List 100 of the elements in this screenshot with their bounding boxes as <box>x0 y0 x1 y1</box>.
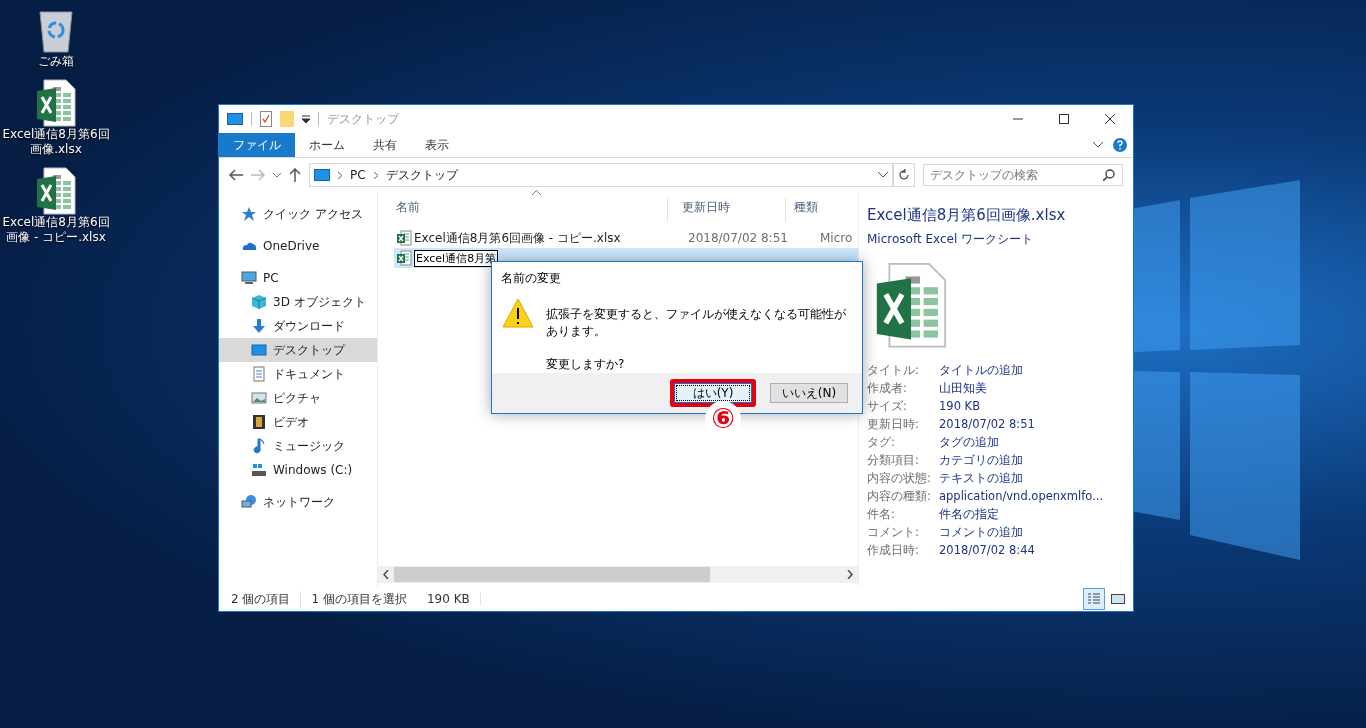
dropdown-icon[interactable] <box>878 172 888 178</box>
nav-item[interactable]: OneDrive <box>219 234 377 258</box>
window-title: デスクトップ <box>327 110 399 128</box>
nav-item[interactable]: ミュージック <box>219 434 377 458</box>
chevron-icon <box>373 171 378 179</box>
file-type: Micro <box>820 231 853 245</box>
nav-item[interactable]: クイック アクセス <box>219 202 377 226</box>
ribbon-tab[interactable]: 共有 <box>359 133 411 157</box>
picture-icon <box>251 390 267 406</box>
property-label: 内容の状態: <box>867 471 932 487</box>
checklist-icon[interactable] <box>260 111 272 127</box>
nav-item[interactable]: ドキュメント <box>219 362 377 386</box>
scroll-left-icon[interactable] <box>383 570 389 579</box>
column-header[interactable]: 更新日時 <box>668 198 786 222</box>
desktop-icon-label[interactable]: Excel通信8月第6回画像 - コピー.xlsx <box>0 215 112 245</box>
property-label: タグ: <box>867 435 896 451</box>
spreadsheet-file-icon <box>396 230 412 246</box>
dialog-message: 拡張子を変更すると、ファイルが使えなくなる可能性があります。 <box>546 306 847 340</box>
nav-item[interactable]: デスクトップ <box>219 338 377 362</box>
search-icon <box>1103 169 1115 181</box>
property-label: 内容の種類: <box>867 489 932 505</box>
nav-item[interactable]: ピクチャ <box>219 386 377 410</box>
property-label: タイトル: <box>867 363 920 379</box>
ribbon-tab[interactable]: ホーム <box>295 133 359 157</box>
details-file-name: Excel通信8月第6回画像.xlsx <box>867 206 1067 225</box>
file-name: Excel通信8月第6回画像 - コピー.xlsx <box>414 229 622 247</box>
nav-item[interactable]: Windows (C:) <box>219 458 377 482</box>
cube-icon <box>251 294 267 310</box>
search-field[interactable]: デスクトップの検索 <box>923 164 1123 186</box>
address-bar[interactable]: PC デスクトップ <box>309 163 893 187</box>
status-text: 1 個の項目を選択 <box>311 590 408 608</box>
breadcrumb[interactable]: PC <box>350 168 366 182</box>
details-view-icon <box>1087 593 1101 605</box>
property-label: コメント: <box>867 525 920 541</box>
dialog-title: 名前の変更 <box>500 270 562 287</box>
maximize-icon <box>1059 114 1069 124</box>
desktop-icon <box>251 342 267 358</box>
property-value[interactable]: タイトルの追加 <box>939 363 1133 379</box>
file-date: 2018/07/02 8:51 <box>688 231 789 245</box>
property-label: 分類項目: <box>867 453 920 469</box>
chevron-icon <box>338 171 342 179</box>
details-file-type: Microsoft Excel ワークシート <box>867 231 1035 248</box>
drive-icon <box>251 462 267 478</box>
desktop-icon <box>227 113 243 125</box>
column-header[interactable]: 名前 <box>378 198 668 222</box>
status-text: 2 個の項目 <box>231 590 302 608</box>
nav-item[interactable]: 3D オブジェクト <box>219 290 377 314</box>
pc-icon <box>241 270 257 286</box>
property-value[interactable]: カテゴリの追加 <box>939 453 1133 469</box>
back-arrow-icon[interactable] <box>229 169 243 181</box>
ribbon-tab[interactable]: 表示 <box>411 133 463 157</box>
column-header[interactable]: 種類 <box>786 198 858 222</box>
sort-ascending-icon <box>532 190 541 195</box>
scroll-right-icon[interactable] <box>847 570 853 579</box>
property-value[interactable]: application/vnd.openxmlfo... <box>939 489 1133 505</box>
desktop-icon-label[interactable]: Excel通信8月第6回画像.xlsx <box>0 127 112 157</box>
property-value[interactable]: タグの追加 <box>939 435 1133 451</box>
preview-pane-icon <box>1111 593 1125 605</box>
dialog-button[interactable]: はい(Y) <box>674 383 752 403</box>
nav-item[interactable]: ダウンロード <box>219 314 377 338</box>
document-icon <box>251 366 267 382</box>
refresh-icon <box>898 169 910 181</box>
spreadsheet-file-icon <box>396 250 412 266</box>
desktop-icon <box>314 169 330 181</box>
spreadsheet-preview-icon <box>875 262 947 349</box>
refresh-button[interactable] <box>893 163 915 187</box>
property-label: サイズ: <box>867 399 908 415</box>
property-value[interactable]: 山田知美 <box>939 381 1133 397</box>
ribbon-tab[interactable]: ファイル <box>219 133 295 157</box>
dialog-question: 変更しますか? <box>546 356 626 373</box>
horizontal-scrollbar[interactable] <box>378 566 858 583</box>
breadcrumb[interactable]: デスクトップ <box>385 166 458 184</box>
nav-item[interactable]: ビデオ <box>219 410 377 434</box>
property-value[interactable]: 件名の指定 <box>939 507 1133 523</box>
spreadsheet-file-icon <box>36 79 76 127</box>
property-value[interactable]: 2018/07/02 8:51 <box>939 417 1133 433</box>
spreadsheet-file-icon <box>36 167 76 215</box>
property-label: 更新日時: <box>867 417 920 433</box>
dialog-button[interactable]: いいえ(N) <box>770 383 848 403</box>
desktop-icon-label[interactable]: ごみ箱 <box>0 54 112 69</box>
property-label: 作成者: <box>867 381 908 397</box>
property-value[interactable]: 2018/07/02 8:44 <box>939 543 1133 559</box>
property-value[interactable]: コメントの追加 <box>939 525 1133 541</box>
nav-item[interactable]: ネットワーク <box>219 490 377 514</box>
property-value[interactable]: テキストの追加 <box>939 471 1133 487</box>
property-label: 件名: <box>867 507 896 523</box>
recent-locations-icon[interactable] <box>273 172 281 178</box>
nav-item[interactable]: PC <box>219 266 377 290</box>
star-icon <box>241 206 257 222</box>
expand-ribbon-icon[interactable] <box>1093 142 1103 148</box>
property-value[interactable]: 190 KB <box>939 399 1133 415</box>
warning-icon <box>502 298 534 328</box>
property-label: 作成日時: <box>867 543 920 559</box>
network-icon <box>241 494 257 510</box>
music-icon <box>251 438 267 454</box>
file-row[interactable]: Excel通信8月第6回画像 - コピー.xlsx 2018/07/02 8:51 Micro <box>394 228 858 248</box>
status-text: 190 KB <box>426 592 481 606</box>
help-icon[interactable] <box>1113 138 1127 152</box>
dropdown-icon[interactable] <box>302 115 310 123</box>
up-arrow-icon[interactable] <box>289 168 301 182</box>
